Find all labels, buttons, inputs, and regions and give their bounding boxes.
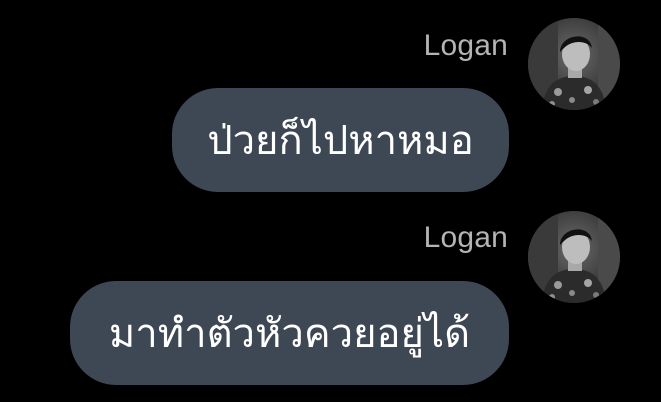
message-bubble[interactable]: มาทำตัวหัวควยอยู่ได้ [70,281,509,385]
profile-photo-icon [528,211,620,303]
message-text: ป่วยก็ไปหาหมอ [207,118,474,164]
avatar[interactable] [528,211,620,303]
profile-photo-icon [528,18,620,110]
message-bubble[interactable]: ป่วยก็ไปหาหมอ [172,88,509,192]
sender-name: Logan [423,29,508,62]
sender-name: Logan [423,221,508,254]
message-text: มาทำตัวหัวควยอยู่ได้ [108,311,471,357]
avatar[interactable] [528,18,620,110]
